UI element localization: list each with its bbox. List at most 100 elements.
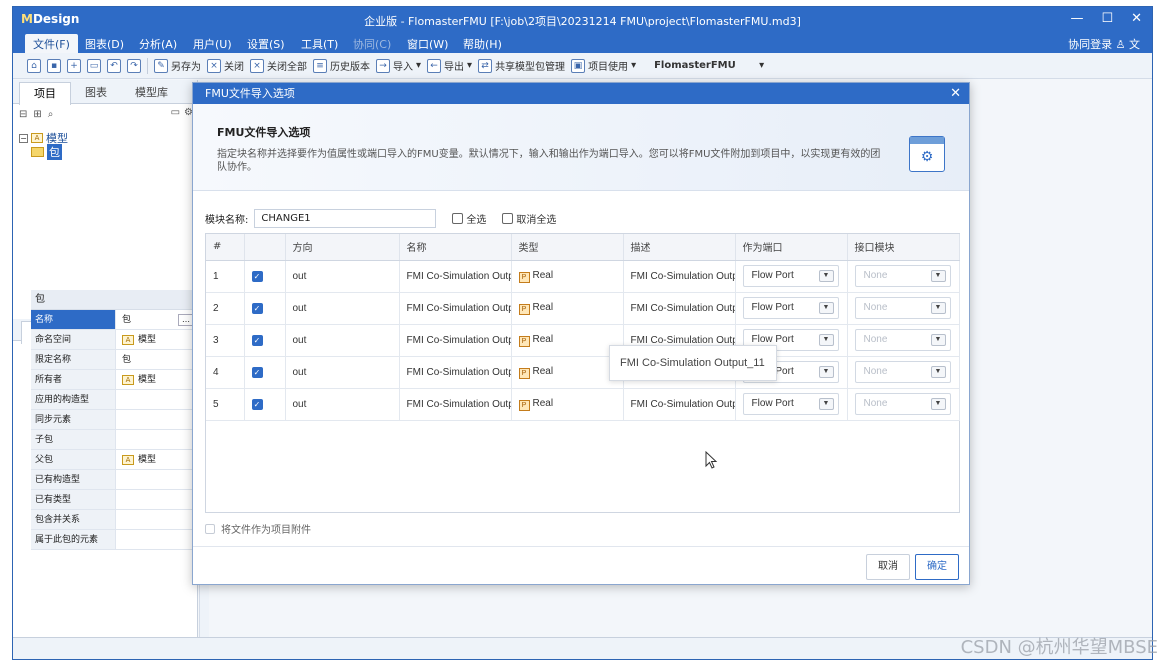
property-row[interactable]: 限定名称包 [31,350,198,370]
search-icon[interactable]: ⌕ [48,109,54,120]
collapse-icon[interactable]: ⊟ [19,109,27,120]
model-icon: A [31,133,43,143]
property-row[interactable]: 所有者 A 模型 [31,370,198,390]
folder-icon[interactable]: ▭ [171,107,180,118]
col-index: # [206,234,245,261]
attach-file-option[interactable]: 将文件作为项目附件 [205,521,311,536]
maximize-icon[interactable]: ☐ [1101,11,1113,26]
interface-select[interactable]: None ▼ [854,297,951,319]
mouse-cursor-icon [705,451,718,469]
property-row[interactable]: 父包 A 模型 [31,450,198,470]
tree-node-package[interactable]: 包 [31,144,62,160]
menu-bar: 文件(F) 图表(D) 分析(A) 用户(U) 设置(S) 工具(T) 协同(C… [13,33,1152,55]
col-check [244,234,286,261]
property-row[interactable]: 同步元素 [31,410,198,430]
ok-button[interactable]: 确定 [915,554,959,580]
module-name-label: 模块名称: [205,215,249,226]
table-row: 1 ✓ out FMI Co-Simulation Outp P Real FMI… [206,260,960,293]
menu-user[interactable]: 用户(U) [193,36,232,52]
select-all-button[interactable]: 全选 [452,211,486,226]
interface-select[interactable]: None ▼ [854,361,951,383]
save-as-button[interactable]: ✎ 另存为 [154,58,201,73]
export-icon: ← [427,58,442,73]
property-row[interactable]: 已有类型 [31,490,198,510]
property-row[interactable]: 命名空间 A 模型 [31,330,198,350]
port-select[interactable]: Flow Port▼ [742,297,839,319]
property-group: 包 [31,290,198,310]
close-icon[interactable]: ✕ [1131,11,1142,26]
property-row[interactable]: 应用的构造型 [31,390,198,410]
interface-select[interactable]: None ▼ [854,393,951,415]
row-checkbox[interactable]: ✓ [251,334,263,346]
tab-model-library[interactable]: 模型库 [135,84,168,100]
dialog-heading: FMU文件导入选项 [217,126,311,139]
cancel-button[interactable]: 取消 [866,554,910,580]
collab-login[interactable]: 协同登录 ♙ 文 [1068,36,1140,52]
dialog-footer: 取消 确定 [193,546,969,584]
chevron-down-icon: ▼ [818,270,834,282]
col-name: 名称 [399,234,512,261]
menu-file[interactable]: 文件(F) [25,34,78,55]
table-row: 3 ✓ out FMI Co-Simulation Outp P Real FMI… [206,324,960,357]
share-button[interactable]: ⇄ 共享模型包管理 [478,58,565,73]
interface-select[interactable]: None ▼ [854,329,951,351]
row-checkbox[interactable]: ✓ [251,366,263,378]
port-select[interactable]: Flow Port▼ [742,265,839,287]
chevron-down-icon: ▼ [818,302,834,314]
menu-diagram[interactable]: 图表(D) [85,36,124,52]
project-use-button[interactable]: ▣ 项目使用 ▾ [571,58,636,73]
menu-window[interactable]: 窗口(W) [407,36,448,52]
open-icon[interactable]: ▭ [87,58,101,73]
tree-toolbar: ⊟ ⊞ ⌕ ▭ ⚙ [13,104,197,124]
export-button[interactable]: ← 导出 ▾ [427,58,472,73]
tab-diagram[interactable]: 图表 [85,84,107,100]
property-row[interactable]: 名称包… [31,310,198,330]
description-tooltip: FMI Co-Simulation Output_11 [609,345,777,381]
interface-select[interactable]: None ▼ [854,265,951,287]
minimize-icon[interactable]: — [1070,11,1083,26]
property-row[interactable]: 包含并关系 [31,510,198,530]
menu-analysis[interactable]: 分析(A) [139,36,177,52]
save-icon[interactable]: ▪ [47,58,61,73]
project-combo[interactable]: FlomasterFMU ▾ [654,60,764,71]
new-icon[interactable]: + [67,58,81,73]
tab-project[interactable]: 项目 [19,82,71,105]
table-row: 4 ✓ out FMI Co-Simulation Outp PReal FMI… [206,356,960,389]
import-button[interactable]: → 导入 ▾ [376,58,421,73]
panel-tabs: 项目 图表 模型库 [13,80,197,105]
property-row[interactable]: 子包 [31,430,198,450]
collapse-toggle-icon[interactable]: − [19,133,28,143]
expand-icon[interactable]: ⊞ [33,109,41,120]
port-select[interactable]: Flow Port▼ [742,393,839,415]
history-button[interactable]: ≡ 历史版本 [313,58,370,73]
watermark: CSDN @杭州华望MBSE [960,637,1158,658]
property-row[interactable]: 已有构造型 [31,470,198,490]
variables-table: # 方向 名称 类型 描述 作为端口 接口模块 1 ✓ out FMI Co-S… [205,233,960,513]
menu-collab[interactable]: 协同(C) [353,36,391,52]
dialog-description: 指定块名称并选择要作为值属性或端口导入的FMU变量。默认情况下，输入和输出作为端… [217,149,881,173]
row-checkbox[interactable]: ✓ [251,302,263,314]
deselect-all-button[interactable]: 取消全选 [502,211,556,226]
project-use-icon: ▣ [571,58,586,73]
property-row[interactable]: 属于此包的元素 [31,530,198,550]
menu-settings[interactable]: 设置(S) [247,36,285,52]
toolbar-separator [147,57,148,74]
menu-tools[interactable]: 工具(T) [301,36,338,52]
menu-help[interactable]: 帮助(H) [463,36,502,52]
row-checkbox[interactable]: ✓ [251,398,263,410]
attach-checkbox[interactable] [205,523,215,534]
close-all-button[interactable]: × 关闭全部 [250,58,307,73]
row-checkbox[interactable]: ✓ [251,270,263,282]
close-icon[interactable]: ✕ [950,83,961,104]
close-button[interactable]: × 关闭 [207,58,244,73]
module-name-input[interactable]: CHANGE1 [254,209,437,228]
window-controls: — ☐ ✕ [1070,11,1142,26]
settings-window-icon: ⚙ [909,136,945,172]
project-tree: − A 模型 包 [13,124,197,314]
undo-icon[interactable]: ↶ [107,58,121,73]
title-bar: MDesign 企业版 - FlomasterFMU [F:\job\2项目\2… [13,7,1152,33]
home-icon[interactable]: ⌂ [27,58,41,73]
redo-icon[interactable]: ↷ [127,58,141,73]
real-type-icon: P [518,303,530,315]
properties-grid: 包 名称包… 命名空间 A 模型 限定名称包 所有者 A 模型 应用的构造型 同步元素 … [31,290,198,550]
